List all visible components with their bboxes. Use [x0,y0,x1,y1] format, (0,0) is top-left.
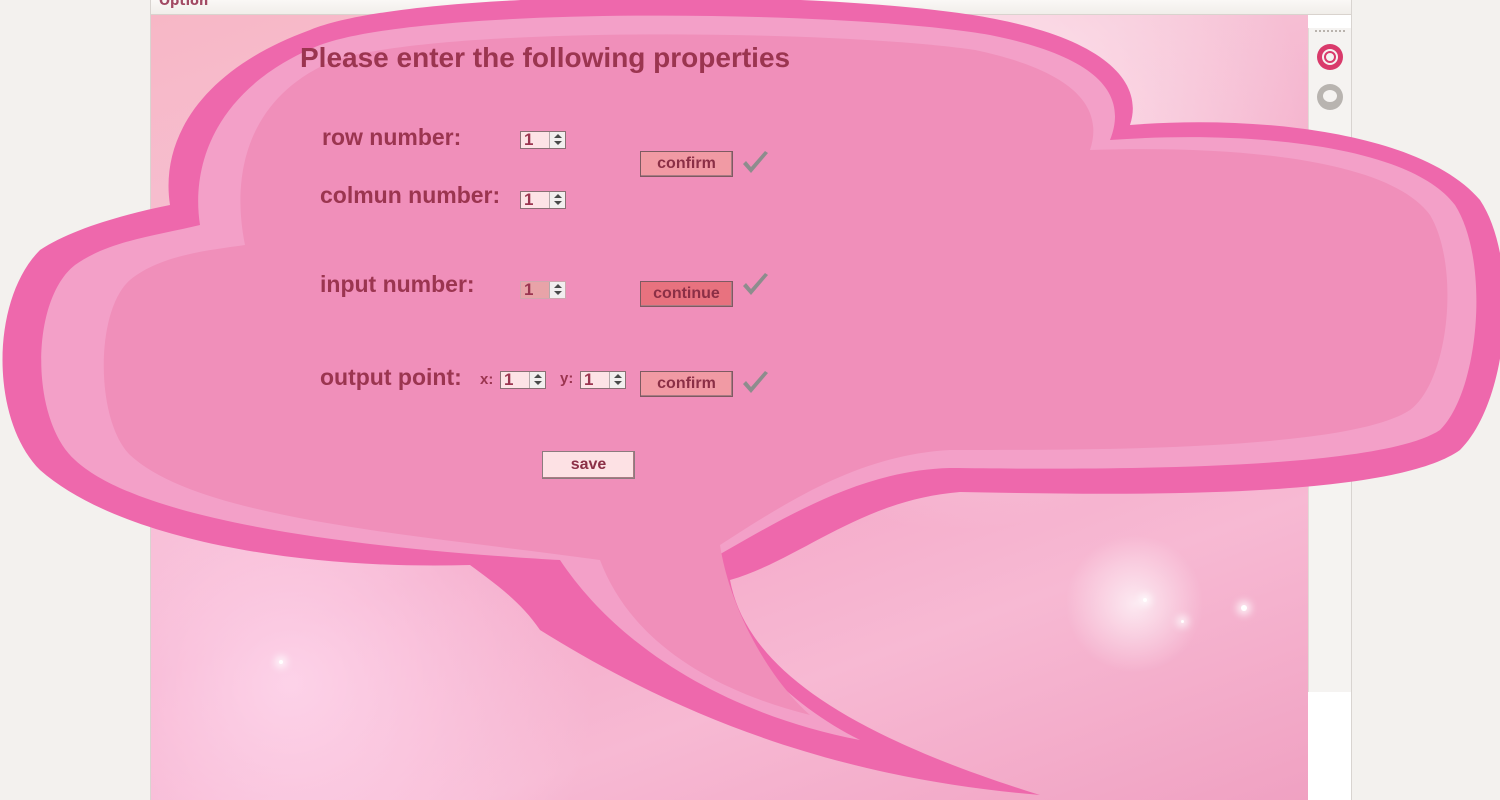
continue-button[interactable]: continue [640,281,733,307]
row-number-value[interactable]: 1 [524,130,533,150]
spin-up-icon[interactable] [614,374,622,378]
confirm-output-button[interactable]: confirm [640,371,733,397]
spin-up-icon[interactable] [554,134,562,138]
check-icon [743,273,768,295]
row-number-spinner[interactable]: 1 [520,130,566,150]
check-icon [743,371,768,393]
input-number-arrows[interactable] [549,282,565,298]
spin-up-icon[interactable] [534,374,542,378]
column-number-arrows[interactable] [549,192,565,208]
y-value[interactable]: 1 [584,370,593,390]
speech-bubble [2,0,1500,795]
y-label: y: [560,370,574,387]
save-button[interactable]: save [542,451,635,479]
column-number-spinner[interactable]: 1 [520,190,566,210]
spin-down-icon[interactable] [614,381,622,385]
spin-up-icon[interactable] [554,284,562,288]
spin-down-icon[interactable] [554,291,562,295]
x-spinner[interactable]: 1 [500,370,546,390]
output-point-label: output point: [320,364,462,390]
form-heading: Please enter the following properties [300,42,791,73]
row-number-arrows[interactable] [549,132,565,148]
spin-down-icon[interactable] [534,381,542,385]
row-number-label: row number: [322,124,462,150]
input-number-value[interactable]: 1 [524,280,533,300]
y-spinner[interactable]: 1 [580,370,626,390]
y-arrows[interactable] [609,372,625,388]
input-number-spinner[interactable]: 1 [520,280,566,300]
spin-up-icon[interactable] [554,194,562,198]
column-number-value[interactable]: 1 [524,190,533,210]
confirm-size-button[interactable]: confirm [640,151,733,177]
spin-down-icon[interactable] [554,201,562,205]
x-arrows[interactable] [529,372,545,388]
desktop-background: Option Please enter the following proper… [0,0,1500,800]
spin-down-icon[interactable] [554,141,562,145]
column-number-label: colmun number: [320,182,501,208]
input-number-label: input number: [320,271,475,297]
x-value[interactable]: 1 [504,370,513,390]
check-icon [743,151,768,173]
x-label: x: [480,371,494,388]
